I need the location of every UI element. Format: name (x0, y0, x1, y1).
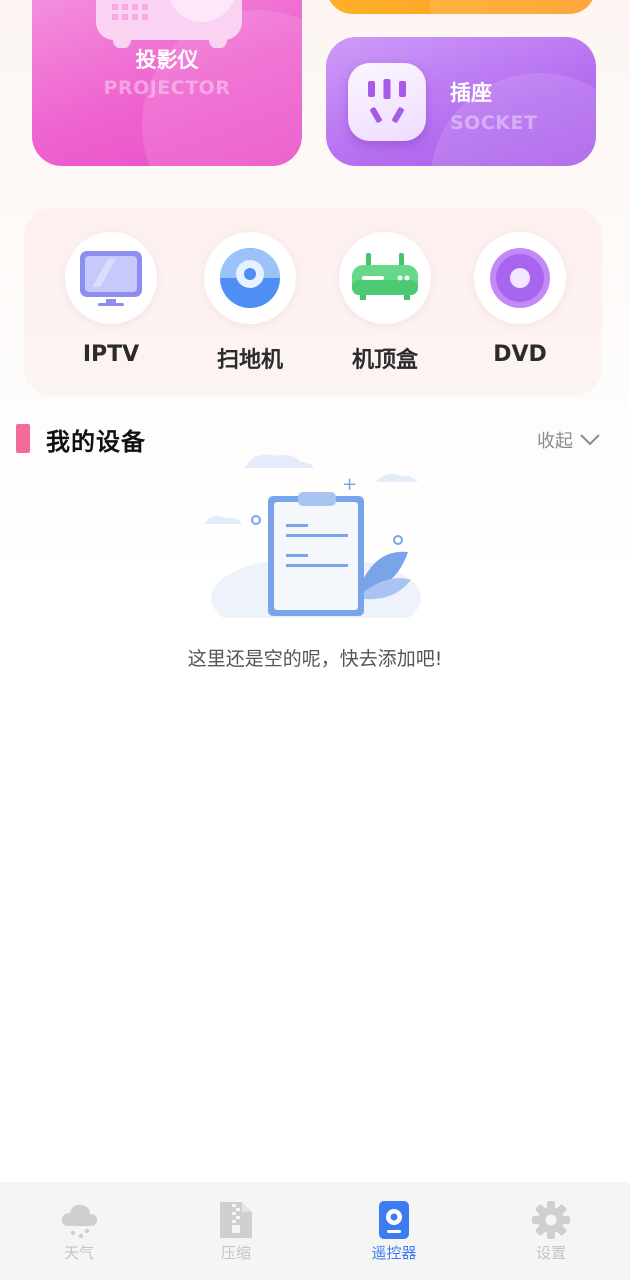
cloud-icon (59, 1200, 99, 1240)
device-set-top-box[interactable]: 机顶盒 (339, 232, 431, 382)
orange-category-card[interactable] (326, 0, 596, 14)
zip-file-icon (216, 1200, 256, 1240)
empty-clipboard-illustration: + (204, 454, 421, 618)
svg-text:+: + (342, 474, 357, 495)
socket-card[interactable]: 插座 SOCKET (326, 37, 596, 166)
section-accent-bar (16, 424, 30, 453)
robot-vacuum-icon (204, 232, 296, 324)
disc-icon (474, 232, 566, 324)
device-dvd[interactable]: DVD (474, 232, 566, 382)
device-type-panel: IPTV 扫地机 机顶盒 DVD (24, 208, 602, 396)
projector-icon (96, 0, 242, 48)
collapse-label: 收起 (537, 431, 573, 452)
gear-icon (531, 1200, 571, 1240)
device-label: 扫地机 (216, 348, 283, 373)
nav-label: 天气 (63, 1244, 94, 1262)
nav-label: 设置 (535, 1244, 566, 1262)
card-decoration (430, 0, 596, 14)
projector-title: 投影仪 (135, 48, 199, 72)
device-label: 机顶盒 (351, 348, 418, 373)
collapse-button[interactable]: 收起 (537, 426, 601, 454)
nav-item-settings[interactable]: 设置 (501, 1200, 601, 1270)
remote-icon (374, 1200, 414, 1240)
set-top-box-icon (339, 232, 431, 324)
nav-label: 压缩 (220, 1244, 251, 1262)
chevron-down-icon (580, 434, 600, 446)
device-label: IPTV (82, 342, 140, 367)
nav-item-weather[interactable]: 天气 (29, 1200, 129, 1270)
socket-icon (348, 63, 426, 141)
socket-subtitle: SOCKET (450, 112, 538, 134)
bottom-nav: 天气 压缩 遥控器 设置 (0, 1182, 630, 1280)
projector-card[interactable]: 投影仪 PROJECTOR (32, 0, 302, 166)
projector-subtitle: PROJECTOR (103, 77, 231, 99)
nav-label: 遥控器 (371, 1244, 417, 1262)
device-label: DVD (493, 342, 547, 367)
device-robot-vacuum[interactable]: 扫地机 (204, 232, 296, 382)
socket-title: 插座 (450, 81, 492, 105)
device-iptv[interactable]: IPTV (65, 232, 157, 382)
nav-item-compress[interactable]: 压缩 (186, 1200, 286, 1270)
tv-icon (65, 232, 157, 324)
empty-state-text: 这里还是空的呢，快去添加吧! (187, 648, 443, 670)
my-devices-title: 我的设备 (46, 428, 146, 456)
nav-item-remote[interactable]: 遥控器 (344, 1200, 444, 1270)
